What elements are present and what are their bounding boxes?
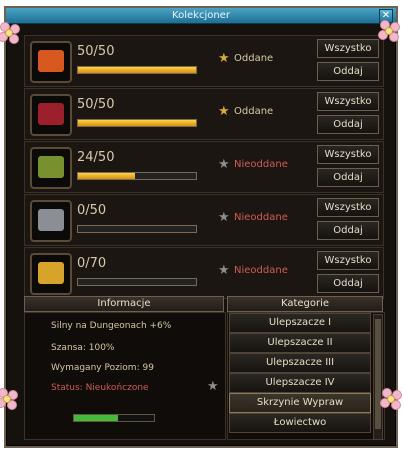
ruby-box-icon	[38, 103, 64, 125]
flower-decoration	[380, 388, 402, 410]
categories-header: Kategorie	[227, 296, 383, 312]
progress-bar	[77, 119, 197, 127]
category-item-active[interactable]: Skrzynie Wypraw	[229, 393, 371, 413]
progress-bar	[77, 66, 197, 74]
collection-row-2: 50/50 ★ Oddane Wszystko Oddaj	[24, 88, 384, 140]
progress-bar	[77, 278, 197, 286]
progress-bar	[77, 225, 197, 233]
progress-bar	[77, 172, 197, 180]
item-count: 0/70	[77, 256, 107, 271]
category-item[interactable]: Ulepszacze I	[229, 313, 371, 333]
category-item[interactable]: Łowiectwo	[229, 413, 371, 433]
category-item[interactable]: Ulepszacze II	[229, 333, 371, 353]
item-count: 0/50	[77, 203, 107, 218]
info-line-1: Silny na Dungeonach +6%	[51, 321, 172, 331]
info-panel: Silny na Dungeonach +6% Szansa: 100% Wym…	[24, 312, 226, 440]
item-slot	[30, 94, 72, 136]
item-count: 24/50	[77, 150, 115, 165]
categories-scrollbar[interactable]	[373, 314, 383, 440]
star-icon: ★	[218, 263, 230, 278]
star-icon: ★	[218, 157, 230, 172]
item-count: 50/50	[77, 97, 115, 112]
collection-row-4: 0/50 ★ Nieoddane Wszystko Oddaj	[24, 194, 384, 246]
all-button[interactable]: Wszystko	[317, 198, 379, 217]
collector-window: Kolekcjoner ✕ 50/50 ★ Oddane Wszystko Od…	[4, 6, 398, 448]
item-slot	[30, 147, 72, 189]
collection-row-1: 50/50 ★ Oddane Wszystko Oddaj	[24, 35, 384, 87]
flower-decoration	[378, 20, 400, 42]
category-item[interactable]: Ulepszacze III	[229, 353, 371, 373]
star-icon: ★	[218, 104, 230, 119]
star-icon: ★	[218, 210, 230, 225]
status-text: Nieoddane	[234, 212, 288, 223]
collection-row-3: 24/50 ★ Nieoddane Wszystko Oddaj	[24, 141, 384, 193]
collection-row-5: 0/70 ★ Nieoddane Wszystko Oddaj	[24, 247, 384, 299]
item-count: 50/50	[77, 44, 115, 59]
status-text: Oddane	[234, 106, 274, 117]
give-button[interactable]: Oddaj	[317, 221, 379, 240]
status-text: Nieoddane	[234, 265, 288, 276]
all-button[interactable]: Wszystko	[317, 145, 379, 164]
give-button[interactable]: Oddaj	[317, 62, 379, 81]
status-text: Oddane	[234, 53, 274, 64]
info-header: Informacje	[24, 296, 224, 312]
give-button[interactable]: Oddaj	[317, 115, 379, 134]
flower-decoration	[0, 388, 18, 410]
category-item[interactable]: Ulepszacze IV	[229, 373, 371, 393]
give-button[interactable]: Oddaj	[317, 274, 379, 293]
star-icon: ★	[218, 51, 230, 66]
scroll-thumb[interactable]	[375, 319, 381, 429]
status-text: Nieoddane	[234, 159, 288, 170]
item-slot	[30, 200, 72, 242]
window-titlebar: Kolekcjoner ✕	[6, 8, 396, 24]
give-button[interactable]: Oddaj	[317, 168, 379, 187]
all-button[interactable]: Wszystko	[317, 92, 379, 111]
flower-decoration	[0, 22, 20, 44]
info-line-3: Wymagany Poziom: 99	[51, 363, 154, 373]
info-line-2: Szansa: 100%	[51, 343, 115, 353]
gold-nugget-icon	[38, 262, 64, 284]
green-chest-icon	[38, 156, 64, 178]
all-button[interactable]: Wszystko	[317, 39, 379, 58]
chest-icon	[38, 50, 64, 72]
window-title: Kolekcjoner	[172, 10, 230, 21]
info-line-4: Status: Nieukończone	[51, 383, 149, 393]
all-button[interactable]: Wszystko	[317, 251, 379, 270]
star-icon: ★	[207, 379, 219, 394]
info-progress-bar	[73, 414, 155, 422]
item-slot	[30, 253, 72, 295]
silver-chest-icon	[38, 209, 64, 231]
item-slot	[30, 41, 72, 83]
